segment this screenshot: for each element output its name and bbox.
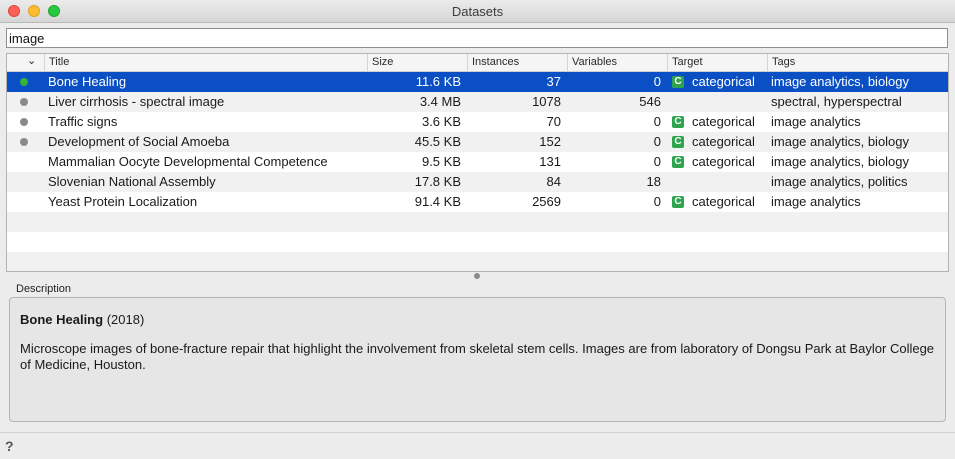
status-column-header[interactable]: ⌄ xyxy=(7,54,44,71)
cell-target: Ccategorical xyxy=(672,152,755,172)
column-header-variables[interactable]: Variables xyxy=(567,54,667,71)
search-input[interactable] xyxy=(6,28,948,48)
cell-size: 9.5 KB xyxy=(421,154,461,169)
cell-title: Bone Healing xyxy=(48,74,127,89)
cell-variables: 0 xyxy=(653,194,661,209)
cell-instances: 2569 xyxy=(532,194,561,209)
cell-variables: 0 xyxy=(653,114,661,129)
column-header-size[interactable]: Size xyxy=(367,54,467,71)
cell-variables: 18 xyxy=(646,174,661,189)
cell-instances: 1078 xyxy=(532,94,561,109)
cell-size: 11.6 KB xyxy=(415,74,461,89)
cell-variables: 0 xyxy=(653,74,661,89)
cell-instances: 37 xyxy=(546,74,561,89)
table-row[interactable]: Mammalian Oocyte Developmental Competenc… xyxy=(7,152,948,172)
table-row[interactable]: Bone Healing 11.6 KB 37 0 Ccategorical image … xyxy=(7,72,948,92)
cell-instances: 131 xyxy=(539,154,561,169)
cell-title: Yeast Protein Localization xyxy=(48,194,198,209)
cell-title: Development of Social Amoeba xyxy=(48,134,230,149)
column-header-tags[interactable]: Tags xyxy=(767,54,948,71)
cell-target: Ccategorical xyxy=(672,192,755,212)
sort-chevron-icon: ⌄ xyxy=(27,55,37,67)
cell-variables: 546 xyxy=(639,94,661,109)
description-heading: Bone Healing (2018) xyxy=(20,312,935,328)
window-title: Datasets xyxy=(451,4,504,19)
splitter-handle[interactable] xyxy=(474,273,480,279)
cell-size: 91.4 KB xyxy=(414,194,461,209)
cell-title: Liver cirrhosis - spectral image xyxy=(48,94,225,109)
column-header-title[interactable]: Title xyxy=(44,54,367,71)
description-text: Microscope images of bone-fracture repai… xyxy=(20,341,935,372)
cell-tags: image analytics, biology xyxy=(771,74,910,89)
table-row[interactable]: Traffic signs 3.6 KB 70 0 Ccategorical image … xyxy=(7,112,948,132)
download-status-icon xyxy=(20,78,28,86)
cell-target: Ccategorical xyxy=(672,132,755,152)
target-label: categorical xyxy=(692,134,755,149)
table-row[interactable]: Slovenian National Assembly 17.8 KB 84 18 im… xyxy=(7,172,948,192)
cell-size: 3.4 MB xyxy=(419,94,461,109)
datasets-table: ⌄ Title Size Instances Variables Target … xyxy=(6,53,949,272)
description-panel: Bone Healing (2018) Microscope images of… xyxy=(9,297,946,422)
cell-size: 17.8 KB xyxy=(414,174,461,189)
download-status-icon xyxy=(20,118,28,126)
column-header-instances[interactable]: Instances xyxy=(467,54,567,71)
cell-title: Traffic signs xyxy=(48,114,118,129)
cell-title: Mammalian Oocyte Developmental Competenc… xyxy=(48,154,328,169)
cell-tags: image analytics, biology xyxy=(771,134,910,149)
target-label: categorical xyxy=(692,194,755,209)
cell-variables: 0 xyxy=(653,154,661,169)
title-bar: Datasets xyxy=(0,0,955,23)
table-body: Bone Healing 11.6 KB 37 0 Ccategorical image … xyxy=(7,72,948,271)
target-label: categorical xyxy=(692,114,755,129)
cell-title: Slovenian National Assembly xyxy=(48,174,216,189)
download-status-icon xyxy=(20,138,28,146)
table-row[interactable]: Development of Social Amoeba 45.5 KB 152 0 C… xyxy=(7,132,948,152)
cell-tags: image analytics xyxy=(771,194,861,209)
empty-table-row xyxy=(7,212,948,232)
cell-target: Ccategorical xyxy=(672,112,755,132)
cell-tags: image analytics xyxy=(771,114,861,129)
empty-table-row xyxy=(7,252,948,271)
cell-instances: 152 xyxy=(539,134,561,149)
cell-instances: 70 xyxy=(546,114,561,129)
cell-tags: spectral, hyperspectral xyxy=(771,94,902,109)
column-header-target[interactable]: Target xyxy=(667,54,767,71)
categorical-badge-icon: C xyxy=(672,135,684,148)
cell-instances: 84 xyxy=(546,174,561,189)
description-label: Description xyxy=(16,283,72,295)
status-bar: ? xyxy=(0,432,955,459)
description-year: (2018) xyxy=(106,312,145,327)
description-title: Bone Healing xyxy=(20,312,104,327)
help-icon[interactable]: ? xyxy=(5,438,14,454)
cell-target: Ccategorical xyxy=(672,72,755,92)
cell-tags: image analytics, biology xyxy=(771,154,910,169)
empty-table-row xyxy=(7,232,948,252)
table-row[interactable]: Liver cirrhosis - spectral image 3.4 MB 10… xyxy=(7,92,948,112)
target-label: categorical xyxy=(692,154,755,169)
table-header: ⌄ Title Size Instances Variables Target … xyxy=(7,54,948,72)
categorical-badge-icon: C xyxy=(672,155,684,168)
categorical-badge-icon: C xyxy=(672,75,684,88)
categorical-badge-icon: C xyxy=(672,195,684,208)
categorical-badge-icon: C xyxy=(672,115,684,128)
target-label: categorical xyxy=(692,74,755,89)
table-row[interactable]: Yeast Protein Localization 91.4 KB 2569 0 Cc… xyxy=(7,192,948,212)
cell-size: 3.6 KB xyxy=(421,114,461,129)
cell-tags: image analytics, politics xyxy=(771,174,908,189)
cell-size: 45.5 KB xyxy=(414,134,461,149)
download-status-icon xyxy=(20,98,28,106)
cell-variables: 0 xyxy=(653,134,661,149)
